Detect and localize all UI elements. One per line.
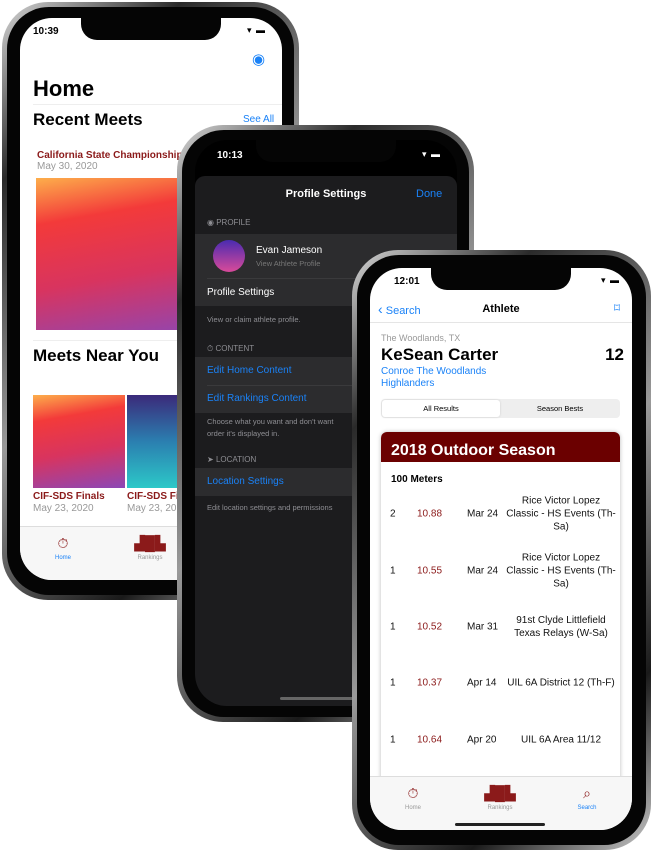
result-meet: Rice Victor Lopez Classic - HS Events (T…: [506, 495, 616, 533]
profile-subtitle[interactable]: View Athlete Profile: [256, 259, 320, 268]
result-place: 2: [390, 508, 396, 520]
section-header-location: ➤ LOCATION: [207, 455, 256, 464]
result-meet: UIL 6A District 12 (Th-F): [507, 677, 615, 689]
see-all-link[interactable]: See All: [243, 114, 274, 125]
section-footer: Edit location settings and permissions: [207, 503, 333, 512]
section-header-profile: ◉ PROFILE: [207, 218, 251, 227]
stopwatch-icon: ⏱: [207, 344, 214, 353]
tab-rankings[interactable]: ▟█▙ Rankings: [470, 785, 530, 811]
tab-search[interactable]: ⌕ Search: [557, 785, 617, 811]
meet-date: May 30, 2020: [37, 161, 98, 172]
divider: [370, 322, 632, 323]
home-indicator: [455, 823, 545, 826]
notch: [431, 268, 571, 290]
tab-home[interactable]: ⏱ Home: [383, 785, 443, 811]
status-icons: ▾ ▬: [246, 25, 266, 35]
meet-name[interactable]: California State Championship: [37, 150, 183, 161]
tab-home[interactable]: ⏱ Home: [33, 535, 93, 561]
section-title: Recent Meets: [33, 110, 143, 129]
section-header-content: ⏱ CONTENT: [207, 344, 254, 354]
athlete-name: KeSean Carter: [381, 345, 499, 364]
result-row[interactable]: 1 10.52 Mar 31 91st Clyde Littlefield Te…: [381, 607, 620, 647]
result-place: 1: [390, 621, 396, 633]
segment-all-results[interactable]: All Results: [382, 400, 500, 417]
result-mark: 10.64: [417, 734, 443, 746]
result-meet: Rice Victor Lopez Classic - HS Events (T…: [506, 552, 616, 590]
result-row[interactable]: 1 10.64 Apr 20 UIL 6A Area 11/12: [381, 720, 620, 760]
school-link[interactable]: Conroe The Woodlands Highlanders: [381, 366, 486, 390]
result-row[interactable]: 1 10.55 Mar 24 Rice Victor Lopez Classic…: [381, 551, 620, 591]
edit-home-content-row[interactable]: Edit Home Content: [207, 365, 292, 376]
profile-icon[interactable]: ◉: [252, 50, 265, 68]
result-date: Mar 24: [467, 565, 499, 577]
meet-tile-image[interactable]: [33, 395, 125, 488]
result-place: 1: [390, 734, 396, 746]
footer-line: Choose what you want and don't want: [207, 417, 334, 426]
result-mark: 10.52: [417, 621, 443, 633]
status-time: 10:13: [217, 150, 243, 161]
result-mark: 10.55: [417, 565, 443, 577]
podium-icon: ▟█▙: [484, 785, 516, 801]
school-line: Highlanders: [381, 378, 435, 389]
result-date: Apr 20: [467, 734, 497, 746]
bookmark-icon[interactable]: ⌑: [614, 301, 620, 315]
status-time: 10:39: [33, 26, 59, 37]
season-header: 2018 Outdoor Season: [381, 432, 620, 462]
stopwatch-icon: ⏱: [407, 785, 419, 801]
result-date: Apr 14: [467, 677, 497, 689]
page-title: Home: [33, 76, 95, 101]
footer-line: order it's displayed in.: [207, 429, 280, 438]
tab-label: Rankings: [137, 555, 163, 561]
result-date: Mar 24: [467, 508, 499, 520]
result-meet: 91st Clyde Littlefield Texas Relays (W-S…: [514, 615, 608, 639]
search-icon: ⌕: [583, 785, 591, 801]
section-footer: View or claim athlete profile.: [207, 315, 301, 324]
result-date: Mar 31: [467, 621, 499, 633]
tab-label: Home: [404, 805, 421, 811]
season-card: 2018 Outdoor Season 100 Meters 2 10.88 M…: [381, 432, 620, 792]
location-settings-row[interactable]: Location Settings: [207, 476, 284, 487]
segment-season-bests[interactable]: Season Bests: [501, 400, 619, 417]
section-label: PROFILE: [216, 218, 251, 227]
event-name: 100 Meters: [391, 474, 443, 485]
tab-label: Home: [54, 555, 71, 561]
result-place: 1: [390, 677, 396, 689]
meet-tile-date: May 23, 2020: [33, 503, 94, 514]
athlete-location: The Woodlands, TX: [381, 333, 461, 343]
divider: [33, 104, 282, 105]
tab-label: Search: [577, 805, 597, 811]
profile-settings-row[interactable]: Profile Settings: [207, 287, 274, 298]
result-row[interactable]: 1 10.37 Apr 14 UIL 6A District 12 (Th-F): [381, 663, 620, 703]
stopwatch-icon: ⏱: [57, 535, 69, 551]
school-line: Conroe The Woodlands: [381, 366, 487, 377]
result-mark: 10.88: [417, 508, 443, 520]
result-meet: UIL 6A Area 11/12: [520, 734, 602, 746]
athlete-screen: 12:01 ▾ ▬ ‹ Search Athlete ⌑ The Woodlan…: [370, 268, 632, 830]
tab-label: Rankings: [487, 805, 513, 811]
nav-title: Athlete: [482, 303, 520, 315]
status-icons: ▾ ▬: [421, 149, 441, 159]
notch: [81, 18, 221, 40]
section-label: LOCATION: [215, 455, 257, 464]
location-arrow-icon: ➤: [207, 455, 214, 464]
podium-icon: ▟█▙: [134, 535, 166, 551]
athlete-grade: 12: [605, 345, 624, 364]
done-button[interactable]: Done: [416, 188, 442, 200]
section-title: Meets Near You: [33, 346, 159, 365]
status-icons: ▾ ▬: [600, 275, 620, 285]
tab-bar: ⏱ Home ▟█▙ Rankings ⌕ Search: [370, 776, 632, 830]
avatar[interactable]: [213, 240, 245, 272]
result-row[interactable]: 2 10.88 Mar 24 Rice Victor Lopez Classic…: [381, 494, 620, 534]
result-place: 1: [390, 565, 396, 577]
segmented-control: All Results Season Bests: [381, 399, 620, 418]
tab-rankings[interactable]: ▟█▙ Rankings: [120, 535, 180, 561]
notch: [256, 140, 396, 162]
edit-rankings-content-row[interactable]: Edit Rankings Content: [207, 393, 307, 404]
result-mark: 10.37: [417, 677, 443, 689]
status-time: 12:01: [394, 276, 420, 287]
section-footer: Choose what you want and don't want order…: [207, 416, 334, 440]
profile-name[interactable]: Evan Jameson: [256, 245, 322, 256]
meet-tile-name[interactable]: CIF-SDS Finals: [33, 491, 105, 502]
section-label: CONTENT: [215, 344, 255, 353]
